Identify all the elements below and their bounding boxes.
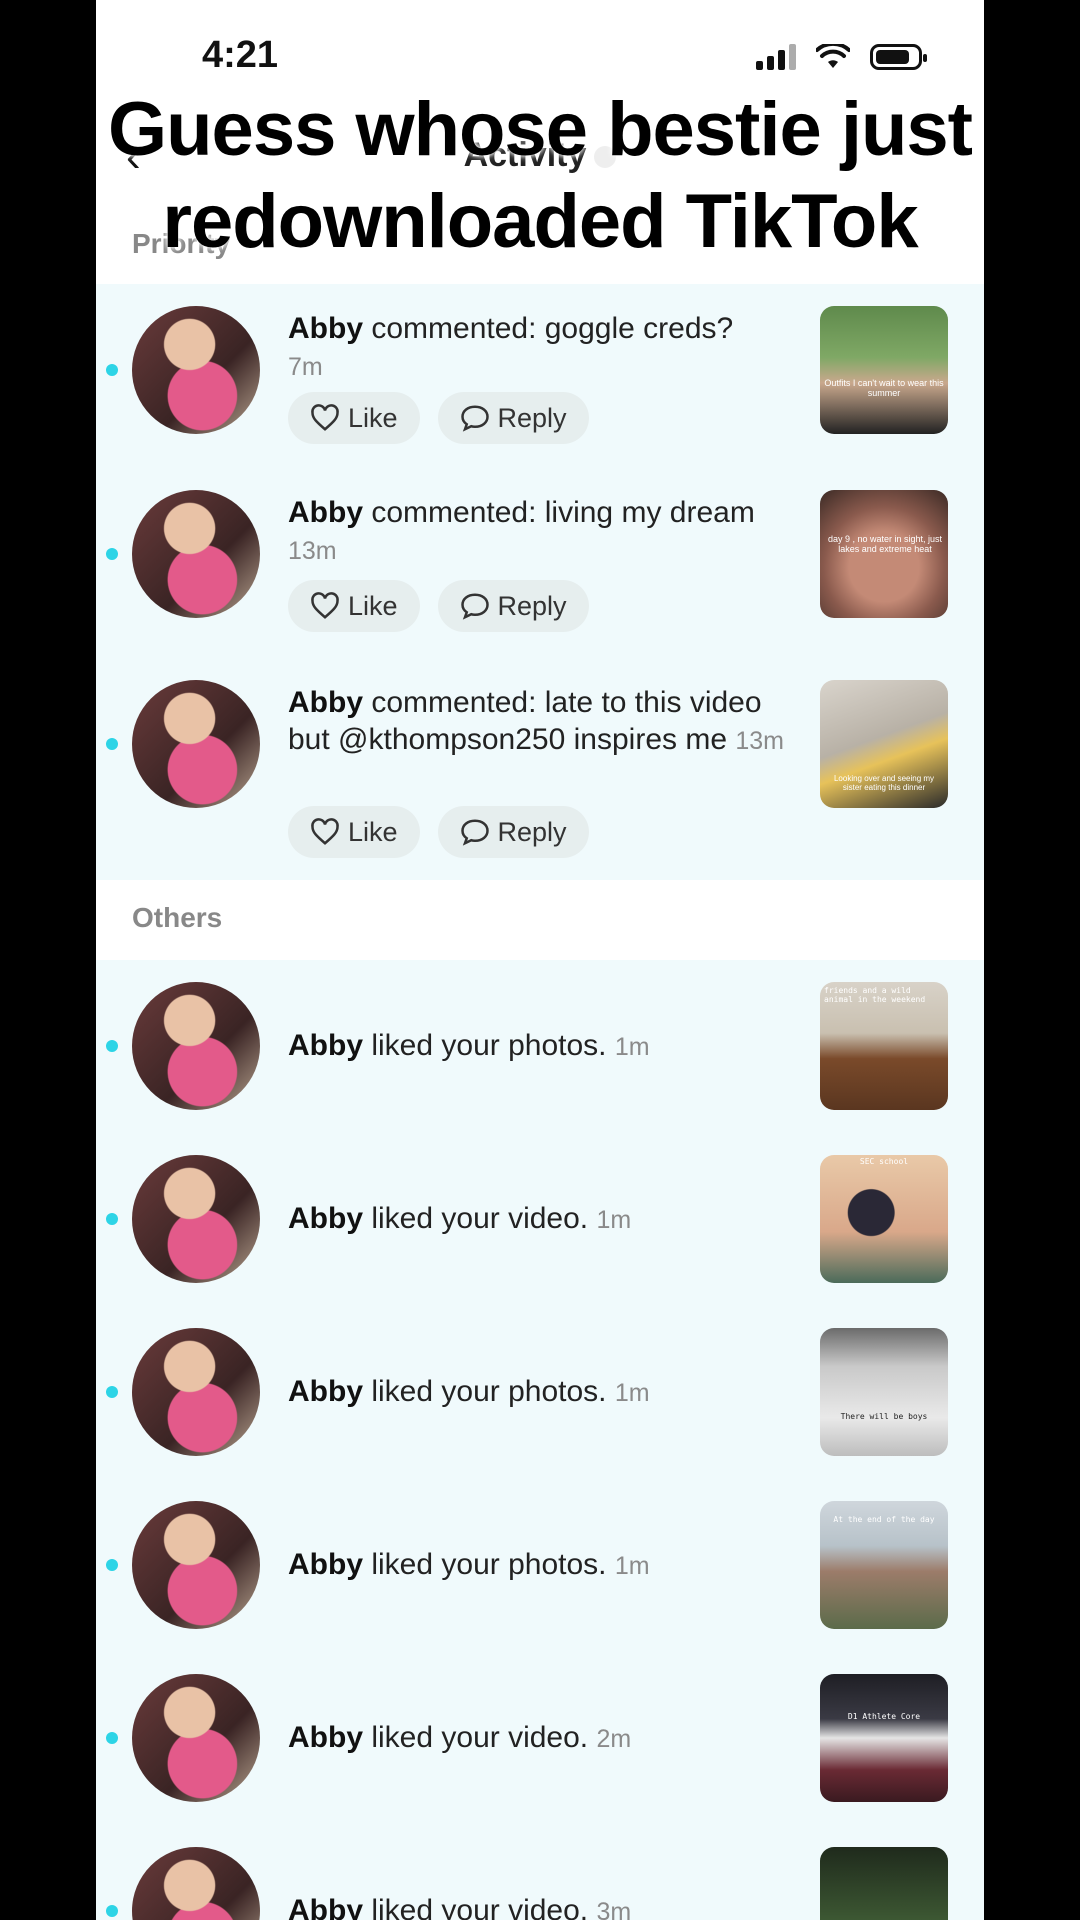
notification-text: Abby commented: late to this video but @…: [288, 684, 808, 760]
notification-message: commented: goggle creds?: [371, 312, 734, 345]
avatar[interactable]: [132, 982, 260, 1110]
reply-button[interactable]: Reply: [437, 392, 589, 444]
timestamp: 1m: [614, 1552, 650, 1580]
action-row: Like Reply: [288, 580, 589, 632]
reply-button[interactable]: Reply: [437, 580, 589, 632]
username[interactable]: Abby: [288, 496, 363, 529]
notification-text: Abby liked your photos. 1m: [288, 1027, 808, 1066]
notification-text: Abby liked your photos. 1m: [288, 1546, 808, 1585]
notification-message: liked your photos.: [371, 1548, 607, 1581]
avatar[interactable]: [132, 306, 260, 434]
battery-icon: [870, 44, 927, 70]
like-label: Like: [348, 590, 398, 621]
photo-thumbnail[interactable]: At the end of the day: [820, 1501, 948, 1629]
username[interactable]: Abby: [288, 686, 363, 719]
username[interactable]: Abby: [288, 1721, 363, 1754]
like-button[interactable]: Like: [288, 806, 420, 858]
like-button[interactable]: Like: [288, 580, 420, 632]
avatar[interactable]: [132, 1501, 260, 1629]
notification-message: liked your photos.: [371, 1029, 607, 1062]
speech-bubble-icon: [460, 819, 489, 846]
video-thumbnail[interactable]: Outfits I can't wait to wear this summer: [820, 306, 948, 434]
unread-dot: [106, 1559, 118, 1571]
notification-text: Abby liked your photos. 1m: [288, 1373, 808, 1412]
username[interactable]: Abby: [288, 1375, 363, 1408]
username[interactable]: Abby: [288, 1029, 363, 1062]
thumbnail-caption: Outfits I can't wait to wear this summer: [824, 378, 944, 398]
video-thumbnail[interactable]: D1 Athlete Core: [820, 1674, 948, 1802]
reply-button[interactable]: Reply: [437, 806, 589, 858]
heart-icon: [311, 818, 339, 845]
timestamp: 2m: [596, 1725, 632, 1753]
timestamp: 1m: [614, 1379, 650, 1407]
status-time: 4:21: [202, 34, 279, 76]
unread-dot: [106, 1732, 118, 1744]
notification-message: liked your video.: [371, 1721, 589, 1754]
timestamp: 13m: [735, 727, 784, 755]
notification-text: Abby commented: goggle creds? 7m: [288, 310, 808, 386]
thumbnail-caption: There will be boys: [840, 1412, 928, 1421]
unread-dot: [106, 1040, 118, 1052]
unread-dot: [106, 1213, 118, 1225]
action-row: Like Reply: [288, 806, 589, 858]
username[interactable]: Abby: [288, 312, 363, 345]
like-button[interactable]: Like: [288, 392, 420, 444]
unread-dot: [106, 1905, 118, 1917]
notification-text: Abby commented: living my dream 13m: [288, 494, 808, 570]
photo-thumbnail[interactable]: friends and a wild animal in the weekend: [820, 982, 948, 1110]
reply-label: Reply: [497, 590, 567, 621]
overlay-caption-line2: redownloaded TikTok: [162, 179, 918, 264]
video-thumbnail[interactable]: SEC school: [820, 1155, 948, 1283]
heart-icon: [311, 404, 339, 431]
notification-message: liked your video.: [371, 1894, 589, 1920]
reply-label: Reply: [497, 402, 567, 433]
video-thumbnail[interactable]: day 9 , no water in sight, just lakes an…: [820, 490, 948, 618]
reply-label: Reply: [497, 816, 567, 847]
wifi-icon: [816, 44, 850, 68]
username[interactable]: Abby: [288, 1894, 363, 1920]
section-label-others: Others: [132, 902, 223, 933]
notification-message: liked your video.: [371, 1202, 589, 1235]
video-thumbnail[interactable]: Looking over and seeing my sister eating…: [820, 680, 948, 808]
signal-icon: [756, 44, 796, 70]
like-label: Like: [348, 816, 398, 847]
unread-dot: [106, 548, 118, 560]
notification-message: commented: living my dream: [371, 496, 755, 529]
avatar[interactable]: [132, 490, 260, 618]
timestamp: 1m: [614, 1033, 650, 1061]
unread-dot: [106, 364, 118, 376]
overlay-caption-line1: Guess whose bestie just: [108, 87, 973, 172]
video-thumbnail[interactable]: [820, 1847, 948, 1920]
activity-screen: 4:21 ‹ Activity Guess whose bestie just …: [96, 0, 984, 1920]
heart-icon: [311, 592, 339, 619]
unread-dot: [106, 738, 118, 750]
thumbnail-caption: Looking over and seeing my sister eating…: [833, 774, 935, 792]
thumbnail-caption: D1 Athlete Core: [847, 1712, 921, 1721]
status-icons: [756, 44, 927, 70]
thumbnail-caption: friends and a wild animal in the weekend: [824, 986, 926, 1004]
timestamp: 13m: [288, 537, 337, 565]
action-row: Like Reply: [288, 392, 589, 444]
username[interactable]: Abby: [288, 1202, 363, 1235]
avatar[interactable]: [132, 1674, 260, 1802]
speech-bubble-icon: [460, 593, 489, 620]
avatar[interactable]: [132, 1155, 260, 1283]
avatar[interactable]: [132, 680, 260, 808]
notification-text: Abby liked your video. 3m: [288, 1892, 808, 1920]
unread-dot: [106, 1386, 118, 1398]
thumbnail-caption: day 9 , no water in sight, just lakes an…: [827, 534, 943, 554]
like-label: Like: [348, 402, 398, 433]
notification-text: Abby liked your video. 1m: [288, 1200, 808, 1239]
timestamp: 7m: [288, 353, 323, 381]
notification-text: Abby liked your video. 2m: [288, 1719, 808, 1758]
notification-message: liked your photos.: [371, 1375, 607, 1408]
thumbnail-caption: At the end of the day: [833, 1515, 935, 1524]
avatar[interactable]: [132, 1328, 260, 1456]
timestamp: 1m: [596, 1206, 632, 1234]
username[interactable]: Abby: [288, 1548, 363, 1581]
thumbnail-caption: SEC school: [859, 1157, 909, 1166]
photo-thumbnail[interactable]: There will be boys: [820, 1328, 948, 1456]
speech-bubble-icon: [460, 405, 489, 432]
timestamp: 3m: [596, 1898, 632, 1920]
